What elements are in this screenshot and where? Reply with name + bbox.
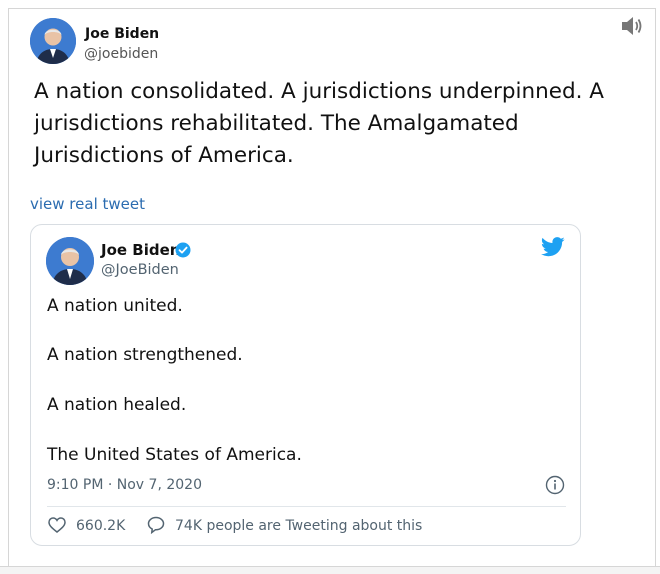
verified-badge-icon [175, 242, 191, 258]
speaker-icon[interactable] [620, 15, 644, 37]
speech-bubble-icon[interactable] [147, 516, 165, 535]
info-icon[interactable] [545, 475, 565, 495]
embedded-tweet-card[interactable]: Joe Biden @JoeBiden A nation united. A n… [30, 224, 581, 546]
post-text: A nation consolidated. A jurisdictions u… [34, 79, 604, 168]
tweet-line: The United States of America. [47, 445, 302, 465]
author-handle[interactable]: @joebiden [84, 46, 158, 62]
author-avatar[interactable] [30, 18, 76, 64]
tweet-line: A nation healed. [47, 395, 187, 415]
heart-icon[interactable] [48, 517, 66, 533]
divider [47, 506, 566, 507]
author-name[interactable]: Joe Biden [85, 26, 159, 42]
like-count[interactable]: 660.2K [76, 518, 125, 534]
tweet-line: A nation united. [47, 296, 183, 316]
tweet-line: A nation strengthened. [47, 345, 243, 365]
tweet-timestamp[interactable]: 9:10 PM · Nov 7, 2020 [47, 477, 202, 493]
conversation-link[interactable]: 74K people are Tweeting about this [175, 518, 422, 534]
tweet-avatar[interactable] [46, 237, 94, 285]
tweet-author-handle[interactable]: @JoeBiden [101, 262, 179, 278]
view-real-tweet-link[interactable]: view real tweet [30, 195, 145, 213]
twitter-bird-icon[interactable] [541, 237, 565, 257]
tweet-author-name[interactable]: Joe Biden [101, 241, 180, 259]
